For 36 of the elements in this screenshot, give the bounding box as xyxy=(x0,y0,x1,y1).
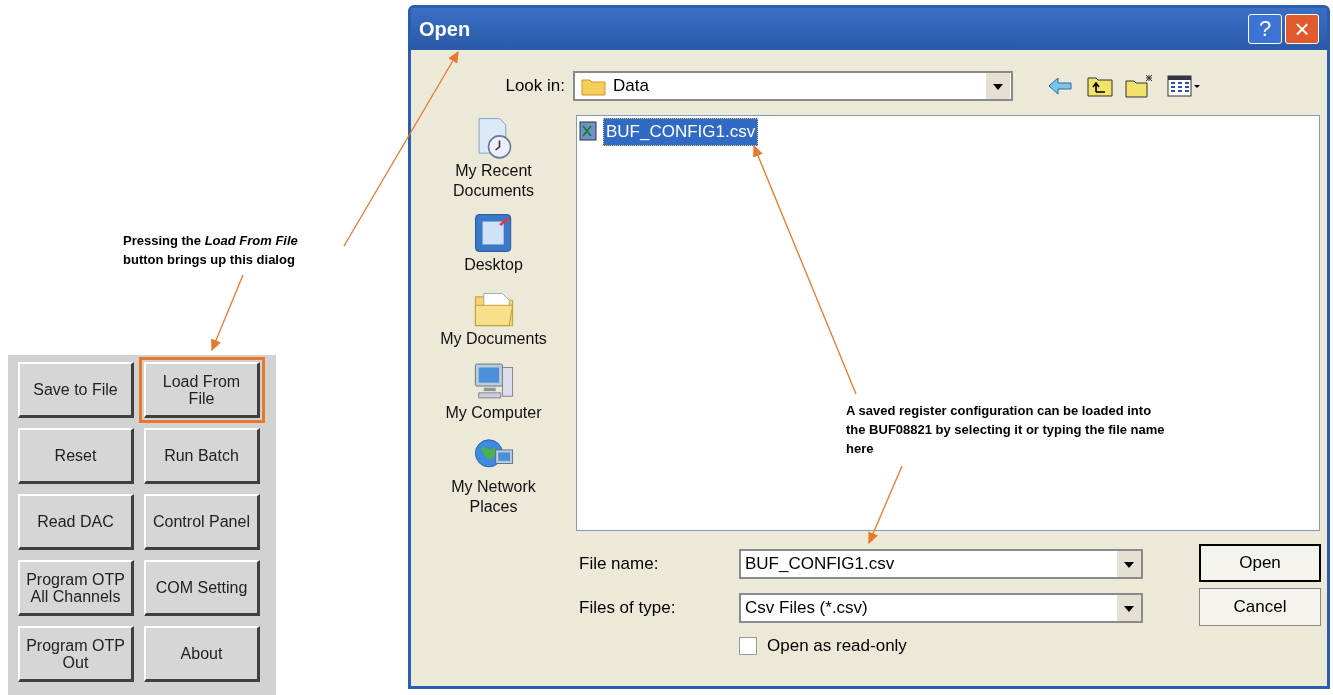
file-name-field[interactable]: BUF_CONFIG1.csv xyxy=(739,549,1143,579)
annotation-text: A saved register configuration can be loaded into the BUF08821 by selecting it or typing the file name here xyxy=(846,402,1166,458)
panel-button[interactable]: Program OTP Out xyxy=(18,626,134,682)
view-menu-icon[interactable] xyxy=(1167,75,1201,97)
back-arrow-icon[interactable] xyxy=(1047,76,1073,96)
file-name-label: File name: xyxy=(579,553,660,576)
look-in-dropdown[interactable]: Data xyxy=(573,71,1013,101)
file-item[interactable]: BUF_CONFIG1.csv xyxy=(603,118,759,146)
place-item[interactable]: Desktop xyxy=(464,255,523,275)
place-item[interactable]: My Network Places xyxy=(428,477,559,517)
annotation-text: Pressing the Load From File button brings up this dialog xyxy=(123,232,299,269)
window-title: Open xyxy=(419,17,472,42)
file-type-label: Files of type: xyxy=(579,597,677,620)
place-item[interactable]: My Recent Documents xyxy=(428,161,559,201)
help-button[interactable]: ? xyxy=(1248,14,1282,44)
folder-icon xyxy=(581,76,607,96)
panel-button[interactable]: Run Batch xyxy=(144,428,260,484)
panel-button[interactable]: Read DAC xyxy=(18,494,134,550)
read-only-checkbox[interactable] xyxy=(739,636,757,655)
read-only-label: Open as read-only xyxy=(767,635,907,657)
new-folder-icon[interactable] xyxy=(1125,74,1155,98)
panel-button[interactable]: Control Panel xyxy=(144,494,260,550)
panel-button[interactable]: COM Setting xyxy=(144,560,260,616)
place-item[interactable]: My Computer xyxy=(445,403,542,423)
panel-button[interactable]: Reset xyxy=(18,428,134,484)
place-item[interactable]: My Documents xyxy=(440,329,547,349)
look-in-label: Look in: xyxy=(504,75,565,98)
file-type-dropdown[interactable]: Csv Files (*.csv) xyxy=(739,593,1143,623)
dialog-button[interactable]: Cancel xyxy=(1199,588,1321,626)
panel-button[interactable]: Save to File xyxy=(18,362,134,418)
up-folder-icon[interactable] xyxy=(1087,75,1113,97)
dialog-button[interactable]: Open xyxy=(1199,544,1321,582)
panel-button[interactable]: Load From File xyxy=(144,362,260,418)
panel-button[interactable]: About xyxy=(144,626,260,682)
close-button[interactable]: × xyxy=(1285,14,1319,44)
panel-button[interactable]: Program OTP All Channels xyxy=(18,560,134,616)
